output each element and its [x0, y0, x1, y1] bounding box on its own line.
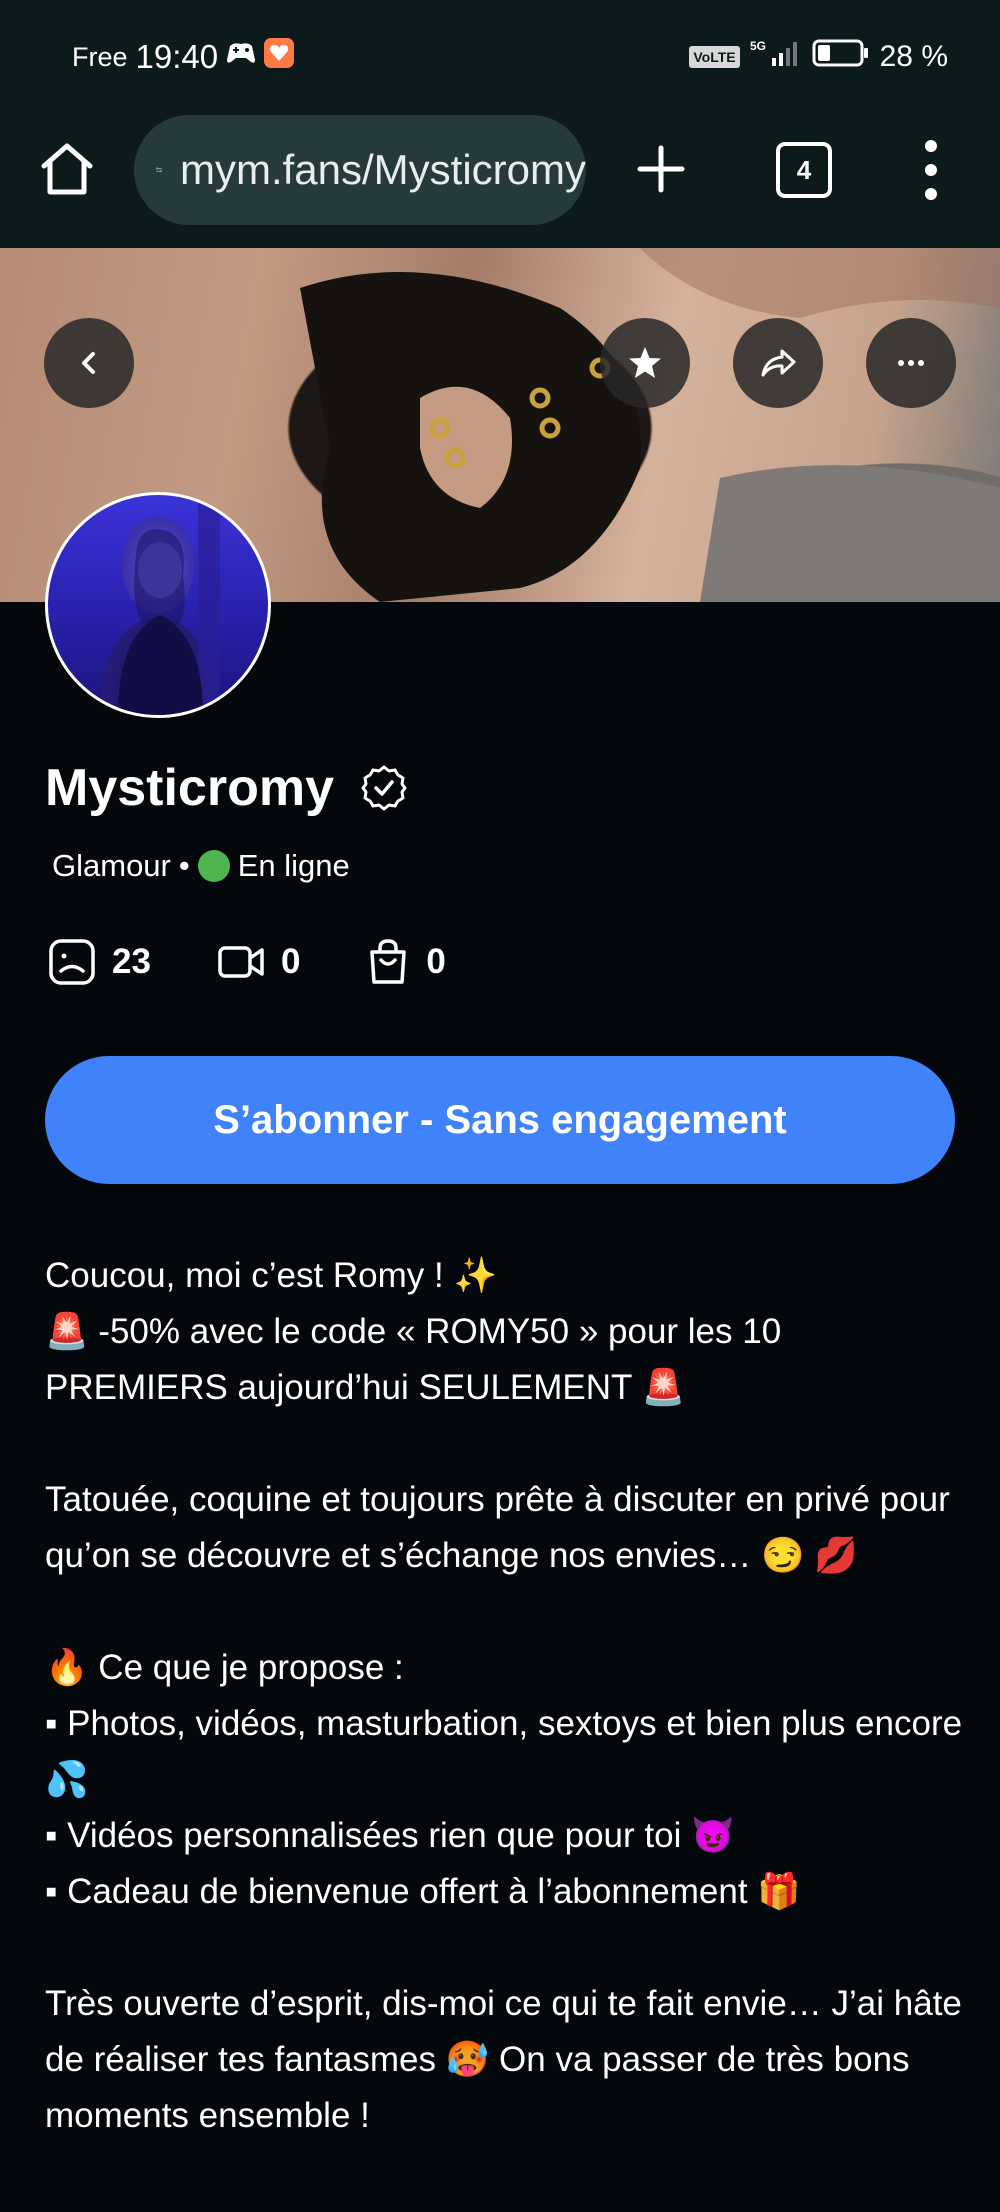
volte-badge: VoLTE — [689, 46, 740, 68]
shop-count: 0 — [426, 942, 446, 981]
battery-icon — [812, 38, 870, 76]
bio-line: Très ouverte d’esprit, dis-moi ce qui te… — [45, 1984, 962, 2135]
videos-stat[interactable]: 0 — [217, 942, 300, 982]
browser-toolbar: mym.fans/Mysticromy 4 — [0, 110, 1000, 248]
signal-icon: 5G — [750, 38, 802, 76]
bio-line: Tatouée, coquine et toujours prête à dis… — [45, 1480, 950, 1575]
status-right: VoLTE 5G 28 % — [689, 38, 948, 76]
profile-name: Mysticromy — [45, 759, 334, 817]
video-camera-icon — [218, 946, 264, 978]
profile-meta-row: Glamour • En ligne — [52, 848, 350, 884]
svg-text:5G: 5G — [750, 39, 766, 53]
shopping-app-icon — [264, 38, 295, 76]
star-icon — [629, 347, 661, 378]
avatar[interactable] — [45, 492, 271, 718]
bio-line: 🔥 Ce que je propose : — [45, 1648, 404, 1687]
bio-spacer — [45, 1416, 965, 1472]
category-label: Glamour — [52, 848, 171, 883]
bio-spacer — [45, 1920, 965, 1976]
status-left: Free 19:40 — [72, 38, 295, 76]
new-tab-button[interactable] — [634, 142, 688, 196]
bio-line: Coucou, moi c’est Romy ! ✨ — [45, 1256, 498, 1295]
photo-icon — [49, 939, 95, 985]
back-button[interactable] — [44, 318, 134, 408]
avatar-photo — [118, 495, 220, 715]
battery-percent: 28 % — [879, 40, 948, 73]
bio-line: 🚨 -50% avec le code « ROMY50 » pour les … — [45, 1312, 782, 1407]
online-status-label: En ligne — [237, 848, 350, 883]
bio-line: ▪ Photos, vidéos, masturbation, sextoys … — [45, 1704, 963, 1799]
shopping-bag-icon — [370, 939, 407, 984]
gamepad-icon — [226, 40, 256, 74]
verified-badge-icon — [361, 765, 407, 811]
plus-icon — [637, 145, 685, 193]
meta-separator: • — [178, 848, 190, 883]
bio-spacer — [45, 1584, 965, 1640]
profile-stats: 23 0 0 — [48, 938, 512, 986]
more-horizontal-icon — [898, 360, 924, 366]
chevron-left-icon — [82, 352, 95, 374]
share-icon — [761, 349, 796, 377]
clock: 19:40 — [135, 38, 219, 75]
carrier-label: Free — [72, 41, 128, 72]
browser-menu-button[interactable] — [920, 136, 942, 204]
status-bar: Free 19:40 VoLTE 5G 28 % — [0, 0, 1000, 110]
bio-line: ▪ Cadeau de bienvenue offert à l’abonnem… — [45, 1872, 801, 1911]
address-bar[interactable]: mym.fans/Mysticromy — [134, 115, 586, 225]
posts-count: 23 — [112, 942, 151, 981]
tab-switcher-button[interactable]: 4 — [776, 142, 832, 198]
favorite-button[interactable] — [600, 318, 690, 408]
videos-count: 0 — [280, 942, 301, 981]
share-button[interactable] — [733, 318, 823, 408]
home-icon — [41, 143, 93, 195]
profile-bio: Coucou, moi c’est Romy ! ✨ 🚨 -50% avec l… — [45, 1248, 965, 2144]
bio-line: ▪ Vidéos personnalisées rien que pour to… — [45, 1816, 735, 1855]
subscribe-button[interactable]: S’abonner - Sans engagement — [45, 1056, 955, 1184]
more-options-button[interactable] — [866, 318, 956, 408]
shop-stat[interactable]: 0 — [366, 938, 446, 986]
home-button[interactable] — [36, 138, 98, 200]
profile-name-row: Mysticromy — [45, 758, 408, 818]
url-text: mym.fans/Mysticromy — [179, 146, 586, 193]
site-settings-icon — [156, 167, 162, 173]
posts-stat[interactable]: 23 — [48, 938, 151, 986]
online-status-dot — [197, 850, 230, 882]
more-vertical-icon — [925, 140, 937, 200]
